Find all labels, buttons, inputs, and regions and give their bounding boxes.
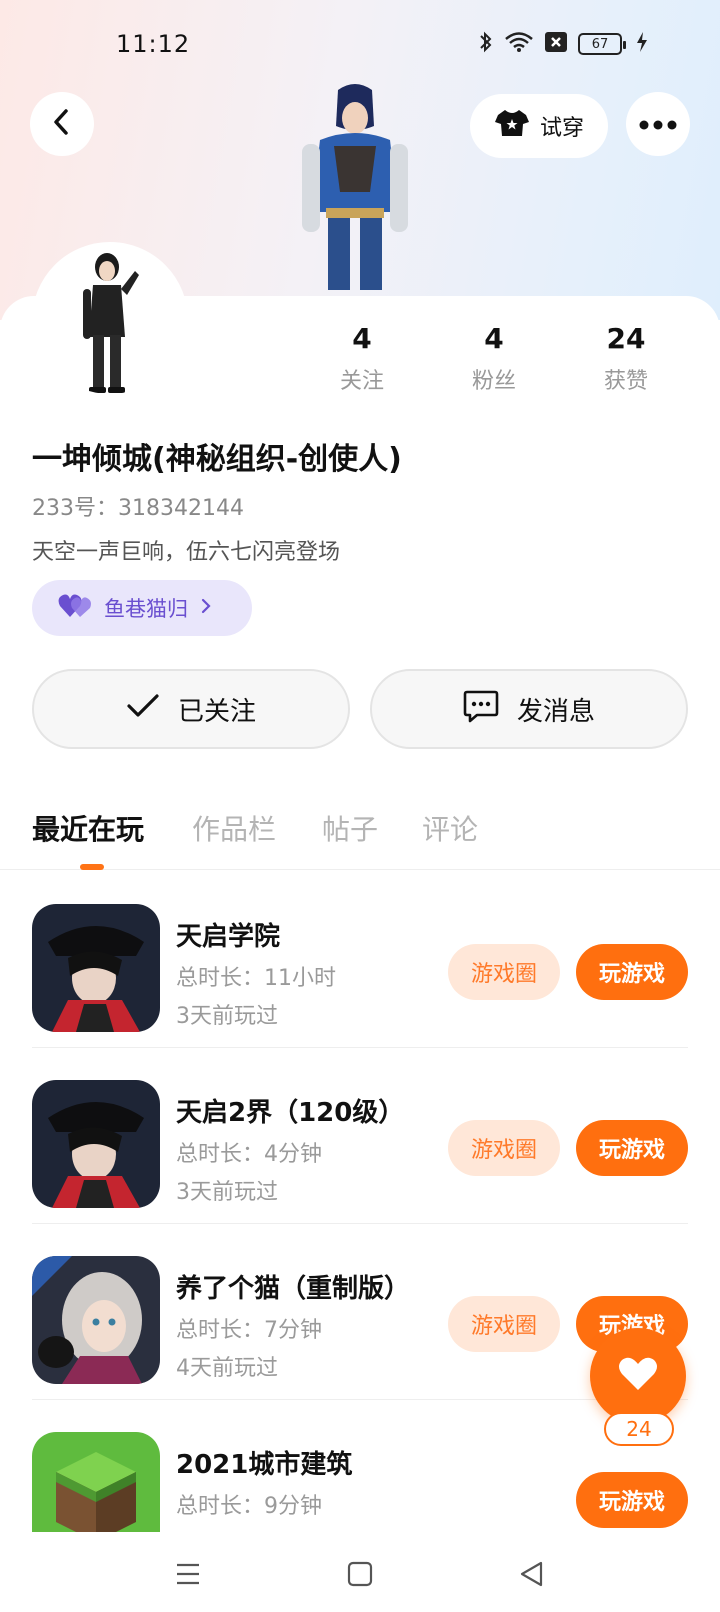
try-on-button[interactable]: 试穿 [470, 94, 608, 158]
followed-label: 已关注 [177, 696, 256, 727]
wifi-icon [504, 31, 534, 57]
stat-value: 4 [352, 322, 372, 355]
stat-label: 关注 [339, 369, 384, 394]
game-title: 养了个猫（重制版） [176, 1274, 411, 1304]
game-circle-button[interactable]: 游戏圈 [448, 944, 560, 1000]
play-game-button[interactable]: 玩游戏 [576, 1120, 688, 1176]
profile-stats: 4 关注 4 粉丝 24 获赞 [300, 322, 720, 402]
club-badge[interactable]: 鱼巷猫归 [32, 580, 252, 636]
game-circle-button[interactable]: 游戏圈 [448, 1296, 560, 1352]
game-title: 天启学院 [176, 922, 281, 952]
profile-id: 233号：318342144 [32, 496, 244, 521]
like-fab[interactable] [590, 1328, 686, 1424]
list-item[interactable]: 2021城市建筑 总时长：9分钟 玩游戏 [32, 1400, 688, 1532]
character-avatar-3d [290, 80, 420, 290]
check-icon [126, 693, 160, 726]
bluetooth-icon [478, 30, 494, 58]
play-game-button[interactable]: 玩游戏 [576, 1472, 688, 1528]
game-icon [32, 1256, 160, 1384]
stat-following[interactable]: 4 关注 [302, 322, 422, 395]
game-icon [32, 904, 160, 1032]
heart-icon [618, 1356, 658, 1396]
tab-works[interactable]: 作品栏 [192, 808, 276, 848]
game-last-played: 4天前玩过 [176, 1356, 278, 1381]
game-icon [32, 1432, 160, 1532]
game-last-played: 3天前玩过 [176, 1180, 278, 1205]
play-game-button[interactable]: 玩游戏 [576, 944, 688, 1000]
club-name: 鱼巷猫归 [104, 597, 188, 621]
game-duration: 总时长：7分钟 [176, 1318, 322, 1343]
status-time: 11:12 [116, 30, 191, 58]
tab-recently-played[interactable]: 最近在玩 [32, 808, 144, 848]
stat-followers[interactable]: 4 粉丝 [434, 322, 554, 395]
game-title: 天启2界（120级） [176, 1098, 405, 1128]
try-on-label: 试穿 [539, 116, 584, 141]
chevron-right-icon [200, 596, 212, 620]
profile-tabs: 最近在玩 作品栏 帖子 评论 [0, 800, 720, 870]
charging-icon [636, 31, 648, 57]
stat-value: 4 [484, 322, 504, 355]
stat-likes[interactable]: 24 获赞 [566, 322, 686, 395]
game-last-played: 3天前玩过 [176, 1004, 278, 1029]
system-nav-bar [0, 1532, 720, 1612]
back-button[interactable] [30, 92, 94, 156]
game-duration: 总时长：4分钟 [176, 1142, 322, 1167]
sim-icon [544, 31, 568, 57]
like-count: 24 [604, 1412, 674, 1446]
game-icon [32, 1080, 160, 1208]
stat-label: 获赞 [603, 369, 648, 394]
back-icon [50, 108, 74, 140]
tab-comments[interactable]: 评论 [422, 808, 478, 848]
stat-value: 24 [606, 322, 646, 355]
send-message-label: 发消息 [516, 696, 595, 727]
game-duration: 总时长：11小时 [176, 966, 336, 991]
profile-bio: 天空一声巨响，伍六七闪亮登场 [32, 540, 341, 565]
game-title: 2021城市建筑 [176, 1450, 353, 1480]
shirt-icon [494, 108, 530, 144]
list-item[interactable]: 天启学院 总时长：11小时 3天前玩过 游戏圈 玩游戏 [32, 872, 688, 1048]
heart-badge-icon [58, 593, 92, 624]
status-bar: 11:12 67 [0, 0, 720, 90]
home-icon[interactable] [340, 1554, 380, 1594]
profile-name: 一坤倾城(神秘组织-创使人) [32, 442, 402, 477]
more-button[interactable] [626, 92, 690, 156]
game-circle-button[interactable]: 游戏圈 [448, 1120, 560, 1176]
list-item[interactable]: 天启2界（120级） 总时长：4分钟 3天前玩过 游戏圈 玩游戏 [32, 1048, 688, 1224]
tab-indicator [80, 864, 104, 870]
back-nav-icon[interactable] [512, 1554, 552, 1594]
game-duration: 总时长：9分钟 [176, 1494, 322, 1519]
stat-label: 粉丝 [471, 369, 516, 394]
followed-button[interactable]: 已关注 [32, 669, 350, 749]
send-message-button[interactable]: 发消息 [370, 669, 688, 749]
battery-indicator: 67 [578, 33, 626, 55]
chat-icon [463, 689, 499, 730]
avatar[interactable] [32, 242, 188, 398]
menu-icon[interactable] [168, 1554, 208, 1594]
tab-posts[interactable]: 帖子 [322, 808, 378, 848]
more-icon [639, 115, 677, 134]
